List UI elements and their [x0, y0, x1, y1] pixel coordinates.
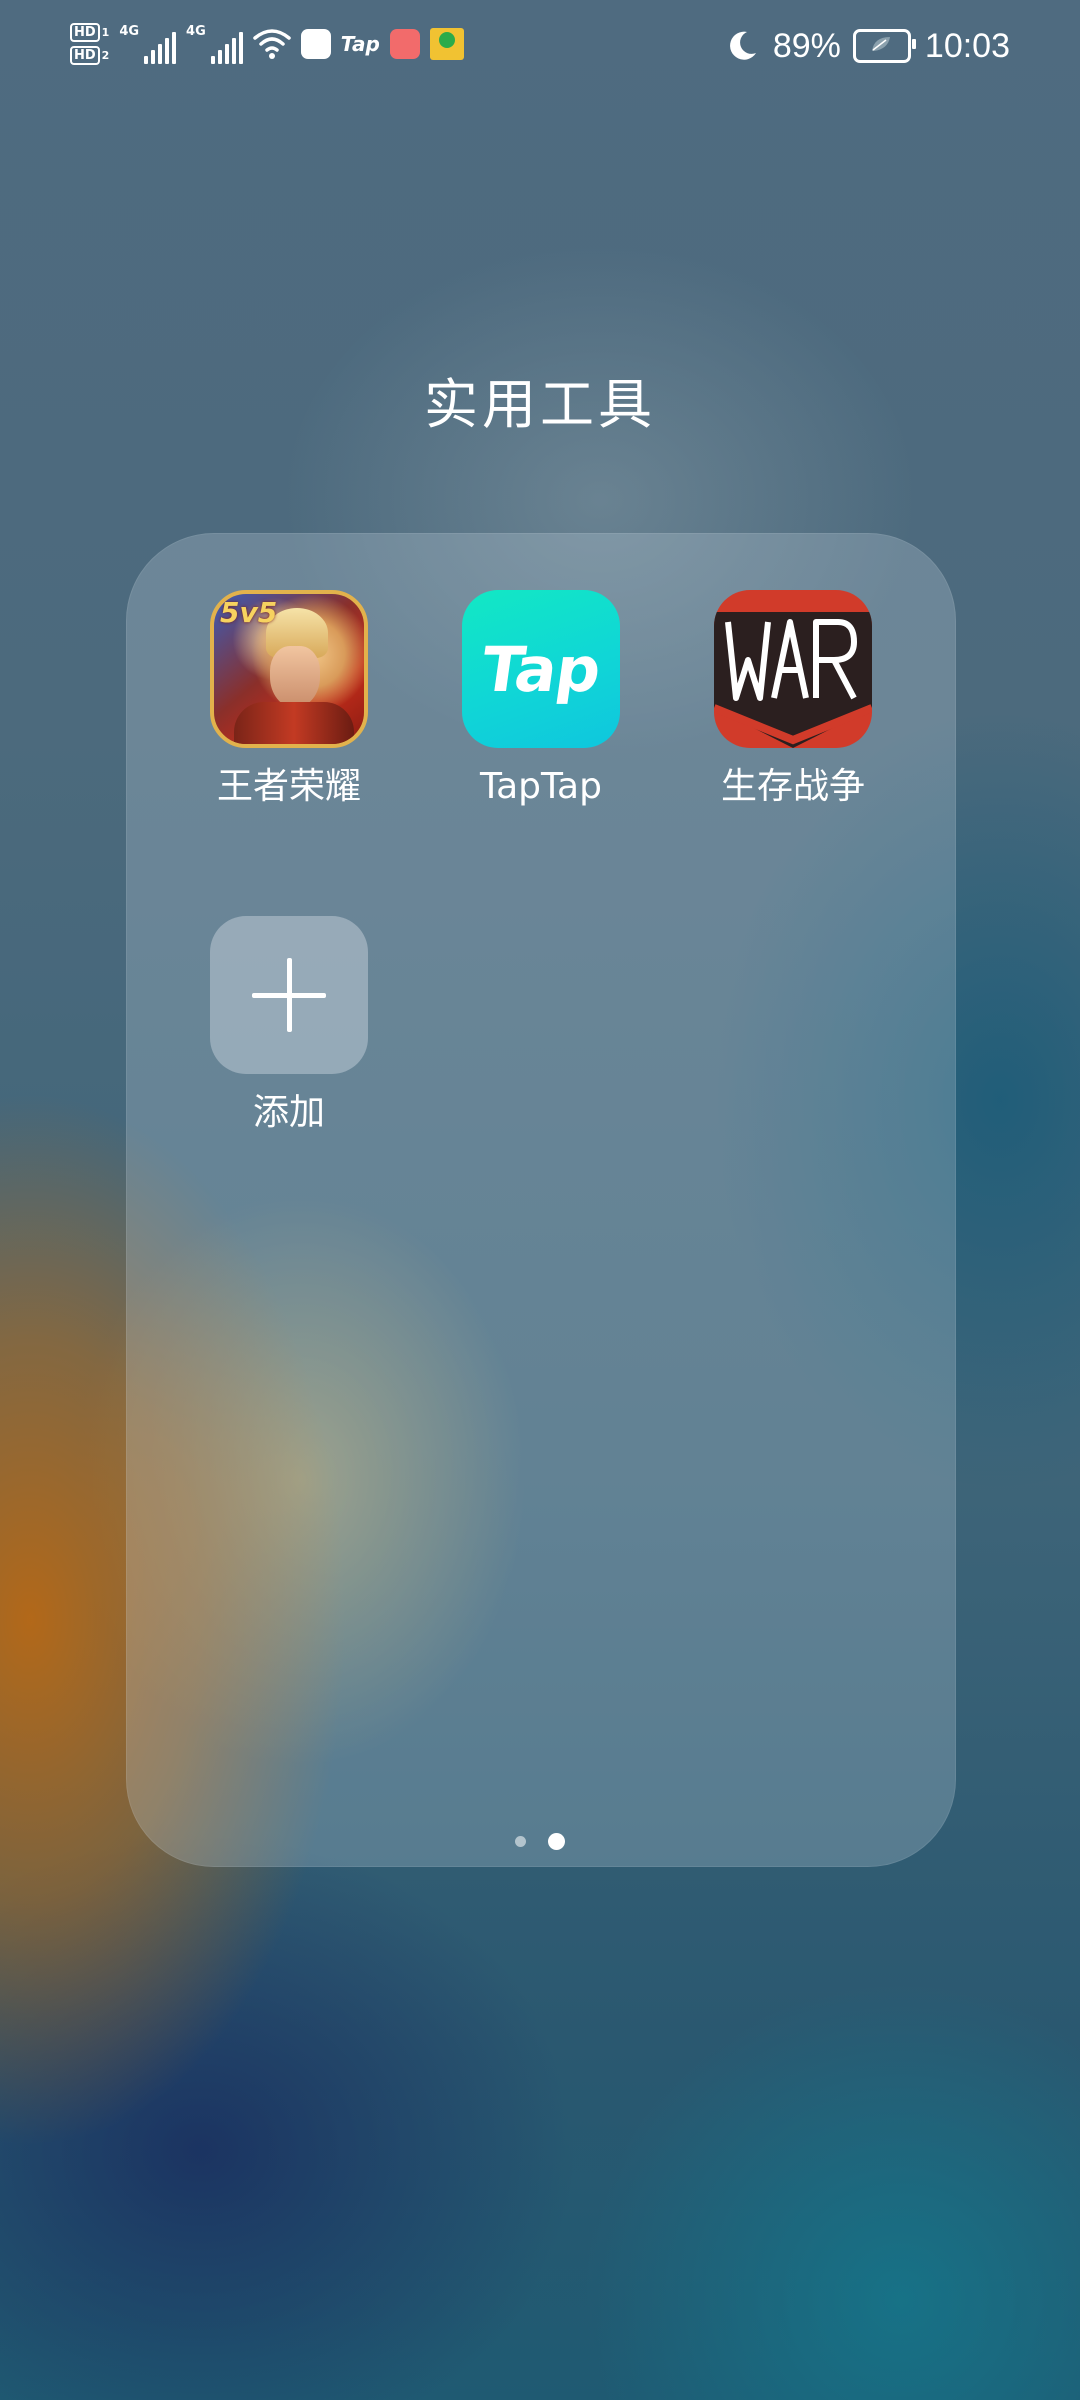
hd-badge-sim1: HD 1: [70, 23, 109, 42]
hd-sim-number: 2: [101, 48, 110, 62]
app-survival-war[interactable]: 生存战争: [698, 590, 888, 810]
folder-title[interactable]: 实用工具: [0, 370, 1080, 440]
app-label: 王者荣耀: [216, 766, 361, 807]
page-dot[interactable]: [515, 1836, 526, 1847]
shopping-bag-notification-icon: [300, 29, 331, 59]
app-label: 生存战争: [720, 766, 865, 807]
wifi-icon: [253, 28, 291, 60]
status-bar: HD 1 HD 2 4G 4G Tap 89% 10:03: [0, 0, 1080, 92]
survivalcraft-war-icon[interactable]: [714, 590, 872, 748]
hd-voice-indicators: HD 1 HD 2: [70, 23, 109, 65]
leaf-icon: [871, 37, 890, 51]
network-type-label: 4G: [119, 24, 140, 39]
taptap-icon[interactable]: Tap: [462, 590, 620, 748]
app-honor-of-kings[interactable]: 5v5 王者荣耀: [194, 590, 384, 810]
video-app-notification-icon: [429, 28, 464, 60]
status-bar-right: 89% 10:03: [725, 18, 1010, 74]
hd-label: HD: [70, 23, 100, 42]
page-dot-active[interactable]: [548, 1833, 565, 1850]
folder-panel: 5v5 王者荣耀 Tap TapTap 生存战争 添加: [126, 533, 956, 1867]
hd-badge-sim2: HD 2: [70, 46, 109, 65]
battery-icon: [852, 29, 916, 63]
taptap-wordmark: Tap: [477, 632, 605, 706]
hd-label: HD: [70, 46, 100, 65]
signal-sim2-icon: 4G: [186, 24, 243, 64]
add-app-button[interactable]: 添加: [194, 916, 384, 1136]
status-bar-left: HD 1 HD 2 4G 4G Tap: [70, 14, 474, 74]
taptap-notification-icon: Tap: [340, 32, 380, 56]
honor-of-kings-icon[interactable]: 5v5: [210, 590, 368, 748]
add-tile[interactable]: [210, 916, 368, 1074]
battery-percent: 89%: [772, 26, 841, 65]
clock: 10:03: [924, 26, 1010, 65]
red-app-notification-icon: [389, 29, 420, 59]
app-label: TapTap: [480, 766, 602, 807]
app-taptap[interactable]: Tap TapTap: [446, 590, 636, 810]
hd-sim-number: 1: [101, 25, 110, 39]
page-indicator[interactable]: [0, 1833, 1080, 1850]
plus-icon: [252, 958, 326, 1032]
signal-sim1-icon: 4G: [119, 24, 177, 64]
five-v-five-badge: 5v5: [220, 596, 278, 629]
moon-icon: [725, 29, 759, 63]
network-type-label: 4G: [186, 24, 206, 39]
app-label: 添加: [252, 1092, 325, 1133]
